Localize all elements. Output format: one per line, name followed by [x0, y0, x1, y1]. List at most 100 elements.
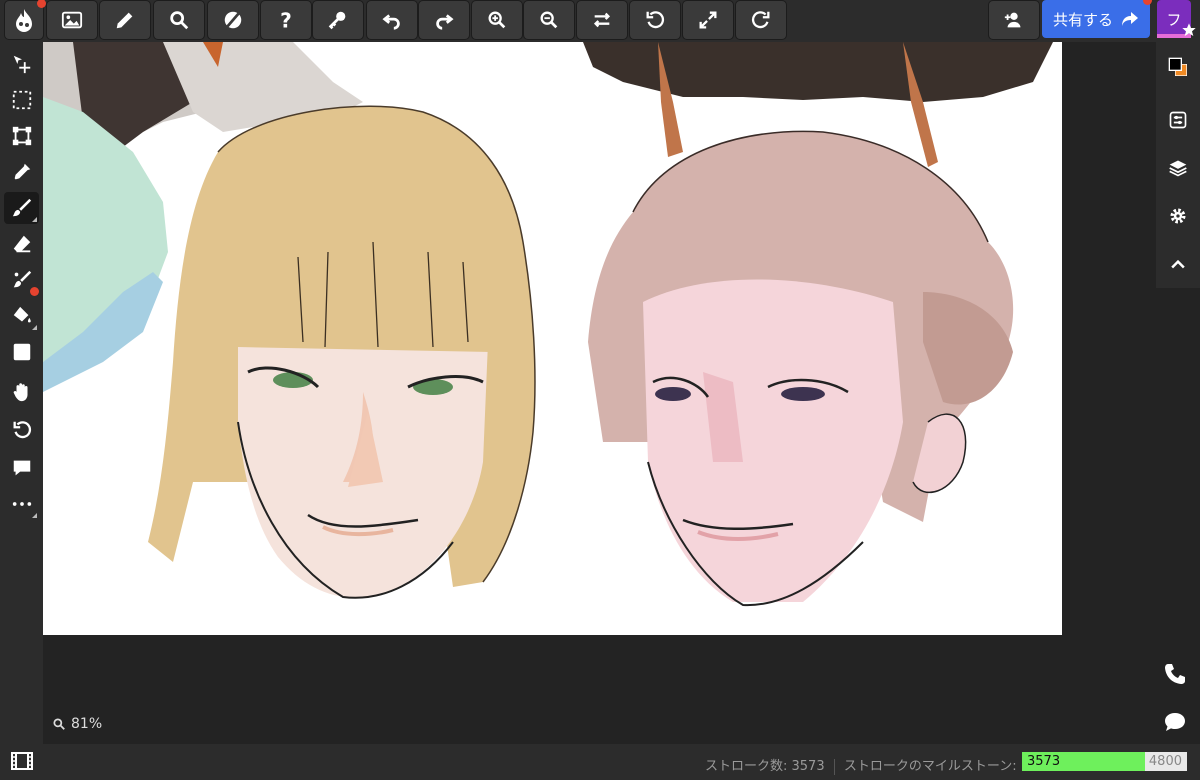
divider	[833, 758, 835, 775]
share-label: 共有する	[1052, 10, 1113, 29]
right-panel	[1156, 42, 1200, 288]
share-arrow-icon	[1122, 12, 1138, 26]
tool-options-marker	[32, 217, 37, 222]
adjustments-icon	[1169, 111, 1187, 129]
redo-button[interactable]	[418, 0, 470, 40]
rotate-left-icon	[646, 11, 665, 29]
phone-icon	[1165, 664, 1185, 684]
app-logo-icon	[16, 9, 32, 32]
tool-options-marker	[32, 513, 37, 518]
contrast-icon	[224, 11, 242, 29]
flip-button[interactable]	[576, 0, 628, 40]
zoom-in-icon	[488, 11, 506, 29]
shape-tool[interactable]	[4, 336, 39, 368]
collapse-panel-button[interactable]	[1163, 250, 1193, 280]
drawing-canvas[interactable]	[43, 42, 1062, 635]
undo-icon	[382, 14, 400, 30]
rotate-left-button[interactable]	[629, 0, 681, 40]
rotate-view-tool[interactable]	[4, 414, 39, 446]
app-logo-button[interactable]	[4, 0, 46, 40]
fullscreen-icon	[699, 11, 717, 29]
adjustments-button[interactable]	[1163, 105, 1193, 135]
rotate-right-icon	[751, 11, 770, 29]
transform-icon	[12, 126, 31, 146]
zoom-out-button[interactable]	[523, 0, 575, 40]
color-swatches[interactable]	[1163, 52, 1193, 82]
flip-icon	[593, 12, 611, 28]
share-notification-dot	[1143, 0, 1152, 5]
user-avatar-button[interactable]: フ	[1157, 0, 1196, 38]
star-icon	[1182, 23, 1196, 36]
stroke-info: ストローク数: 3573 ストロークのマイルストーン:	[705, 755, 1017, 775]
fullscreen-button[interactable]	[682, 0, 734, 40]
stroke-count: ストローク数: 3573	[705, 759, 825, 774]
search-icon	[53, 718, 65, 730]
fill-icon	[13, 306, 31, 323]
more-icon	[12, 502, 31, 506]
gallery-icon	[61, 11, 83, 29]
bottom-status-bar: ストローク数: 3573 ストロークのマイルストーン: 3573 4800	[0, 744, 1200, 780]
artwork-illustration	[43, 42, 1053, 607]
left-toolbar	[0, 42, 43, 744]
layers-button[interactable]	[1163, 153, 1193, 183]
search-button[interactable]	[153, 0, 205, 40]
chat-icon	[1165, 713, 1185, 731]
eyedropper-icon	[14, 163, 30, 180]
milestone-progress-bar: 3573 4800	[1022, 752, 1187, 771]
chevron-up-icon	[1171, 259, 1185, 269]
call-button[interactable]	[1163, 662, 1189, 688]
move-icon	[13, 55, 30, 74]
add-user-icon	[1004, 12, 1021, 28]
add-user-button[interactable]	[988, 0, 1040, 40]
chat-button[interactable]	[1163, 710, 1189, 736]
zoom-indicator[interactable]: 81%	[52, 716, 102, 732]
redo-icon	[436, 14, 454, 30]
milestone-current: 3573	[1027, 754, 1061, 769]
key-icon	[328, 11, 346, 30]
timelapse-button[interactable]	[11, 751, 33, 775]
zoom-level: 81%	[71, 716, 103, 732]
comment-icon	[13, 460, 30, 476]
svg-text:?: ?	[280, 9, 292, 31]
eraser-tool[interactable]	[4, 228, 39, 260]
brush-tool[interactable]	[4, 192, 39, 224]
shape-icon	[13, 343, 30, 361]
fill-tool[interactable]	[4, 300, 39, 332]
search-icon	[170, 11, 189, 30]
select-icon	[12, 90, 31, 110]
move-tool[interactable]	[4, 48, 39, 80]
contrast-button[interactable]	[207, 0, 259, 40]
help-button[interactable]: ?	[260, 0, 312, 40]
eyedropper-tool[interactable]	[4, 156, 39, 188]
tool-options-marker	[32, 325, 37, 330]
help-icon: ?	[280, 9, 292, 31]
milestone-label: ストロークのマイルストーン:	[843, 759, 1017, 774]
eraser-icon	[13, 235, 30, 253]
comment-tool[interactable]	[4, 452, 39, 484]
select-tool[interactable]	[4, 84, 39, 116]
more-tools[interactable]	[4, 488, 39, 520]
blend-icon	[13, 270, 31, 288]
gallery-button[interactable]	[46, 0, 98, 40]
share-button[interactable]: 共有する	[1042, 0, 1152, 38]
key-button[interactable]	[312, 0, 364, 40]
rotate-view-icon	[13, 421, 31, 439]
new-drawing-button[interactable]	[99, 0, 151, 40]
notification-dot	[37, 0, 46, 8]
user-initial: フ	[1166, 10, 1182, 29]
blend-tool[interactable]	[4, 264, 39, 296]
blend-notification-dot	[30, 287, 39, 296]
settings-button[interactable]	[1163, 201, 1193, 231]
zoom-out-icon	[540, 11, 558, 29]
pencil-icon	[116, 12, 133, 29]
undo-button[interactable]	[366, 0, 418, 40]
transform-tool[interactable]	[4, 120, 39, 152]
hand-icon	[13, 383, 27, 402]
top-toolbar: ? 共有する フ	[0, 0, 1200, 42]
milestone-max: 4800	[1148, 754, 1182, 769]
rotate-right-button[interactable]	[735, 0, 787, 40]
hand-tool[interactable]	[4, 376, 39, 408]
gear-icon	[1170, 208, 1186, 224]
brush-icon	[12, 198, 31, 217]
zoom-in-button[interactable]	[471, 0, 523, 40]
